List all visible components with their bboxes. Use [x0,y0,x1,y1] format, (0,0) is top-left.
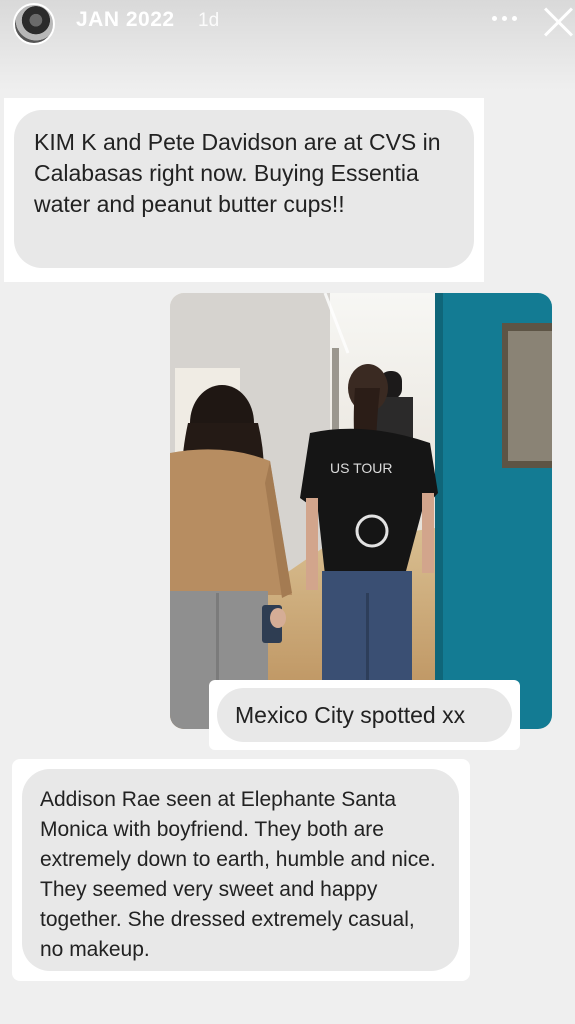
more-options-icon[interactable] [490,8,520,28]
story-age: 1d [198,10,220,31]
message-card-first: KIM K and Pete Davidson are at CVS in Ca… [4,98,484,282]
story-header: JAN 2022 1d [0,0,575,50]
shared-photo: US TOUR [170,293,552,729]
profile-avatar[interactable] [13,3,55,45]
caption-card: Mexico City spotted xx [209,680,520,750]
message-bubble-second: Addison Rae seen at Elephante Santa Moni… [22,769,459,971]
svg-text:US TOUR: US TOUR [330,460,393,476]
close-icon[interactable] [543,6,573,36]
message-card-second: Addison Rae seen at Elephante Santa Moni… [12,759,470,981]
message-bubble-first: KIM K and Pete Davidson are at CVS in Ca… [14,110,474,268]
photo-scene: US TOUR [170,293,552,729]
photo-caption: Mexico City spotted xx [217,688,512,742]
story-title: JAN 2022 [76,8,175,31]
